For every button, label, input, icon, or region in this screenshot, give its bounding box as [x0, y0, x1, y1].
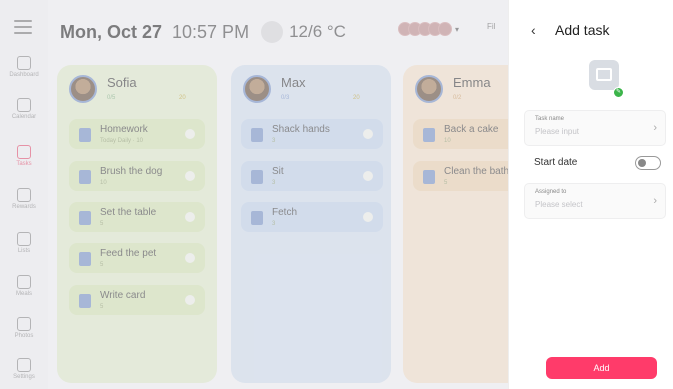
modal-overlay[interactable] [0, 0, 508, 389]
start-date-toggle[interactable] [635, 156, 661, 170]
panel-title: Add task [555, 22, 610, 38]
assigned-to-select[interactable]: Please select [535, 200, 583, 209]
task-name-input[interactable]: Please input [535, 127, 579, 136]
add-button[interactable]: Add [546, 357, 657, 379]
task-name-field[interactable]: Task name Please input › [524, 110, 666, 146]
start-date-row: Start date [524, 152, 666, 174]
task-image-picker[interactable] [589, 60, 619, 90]
assigned-to-field[interactable]: Assigned to Please select › [524, 183, 666, 219]
chevron-right-icon: › [653, 195, 657, 207]
add-task-panel: ‹ Add task ✎ Task name Please input › St… [508, 0, 673, 389]
image-icon [596, 68, 612, 81]
edit-icon[interactable]: ✎ [613, 87, 624, 98]
back-icon[interactable]: ‹ [531, 22, 536, 38]
chevron-right-icon: › [653, 122, 657, 134]
